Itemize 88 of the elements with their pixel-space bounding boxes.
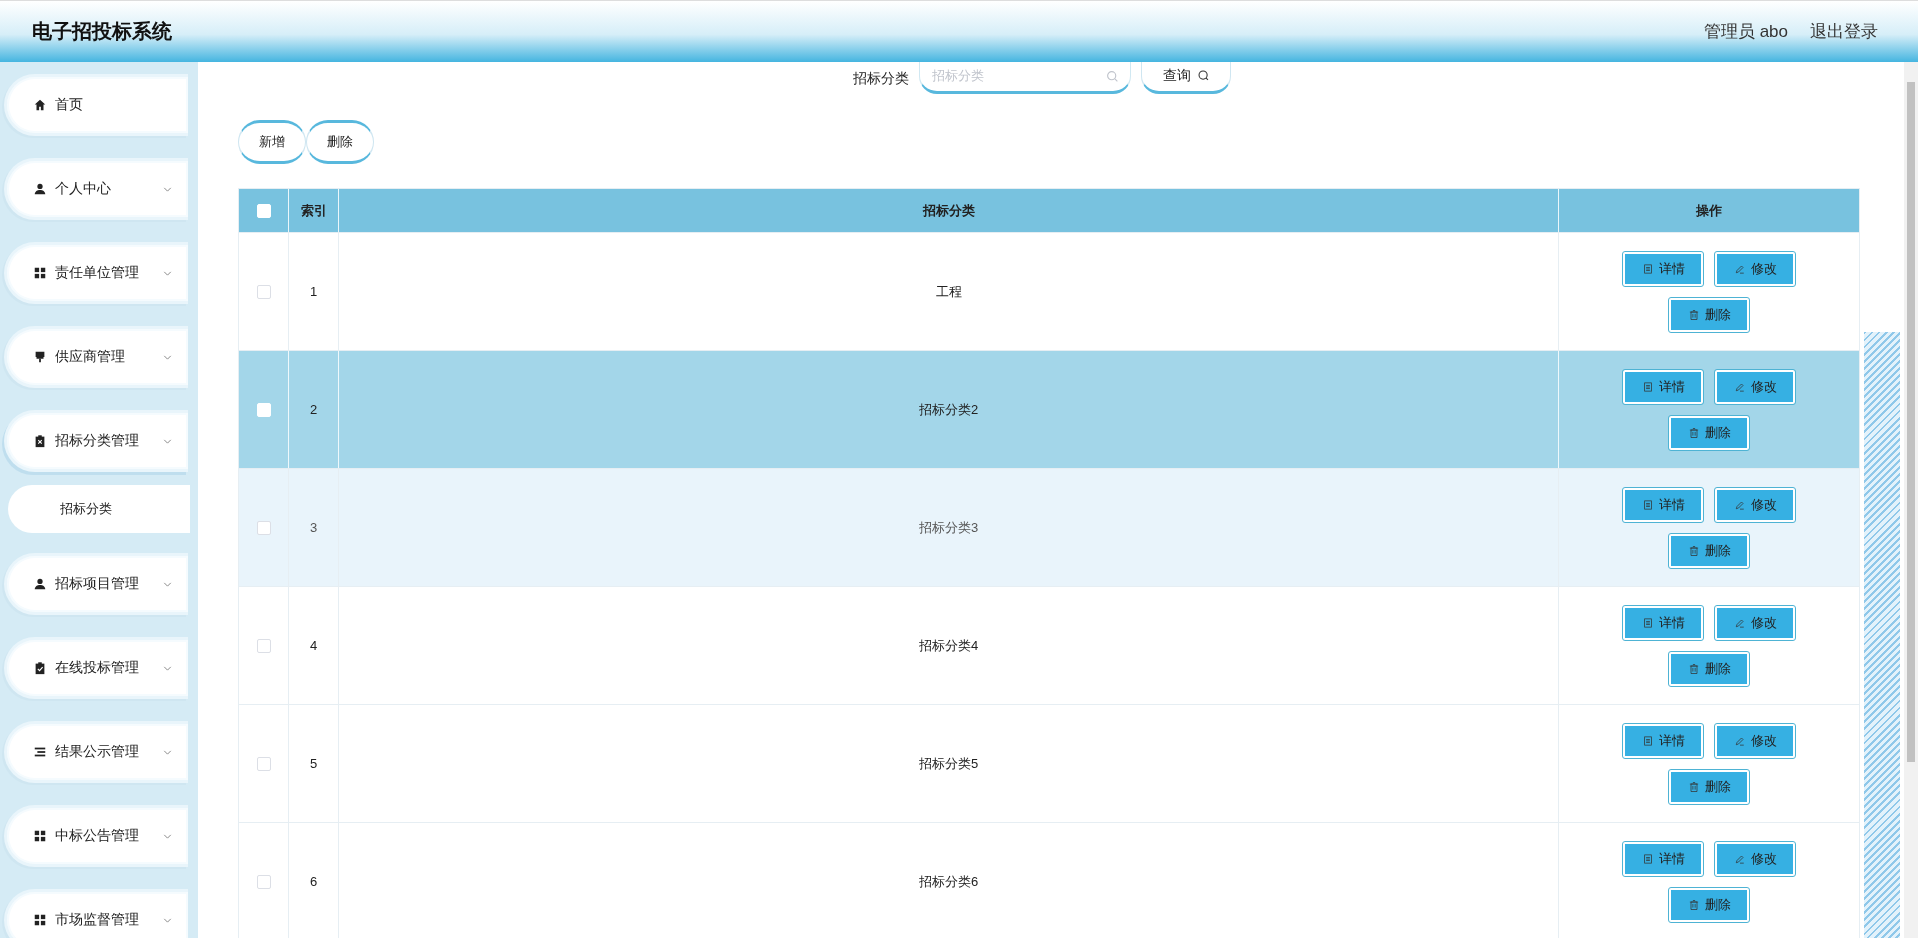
document-icon xyxy=(1641,262,1654,275)
document-icon xyxy=(1641,852,1654,865)
column-header: 索引 xyxy=(300,201,327,220)
menu-item[interactable]: 个人中心 xyxy=(4,158,188,220)
table-cell: 4 xyxy=(309,638,318,653)
trash-icon xyxy=(1687,898,1700,911)
trash-icon xyxy=(1687,544,1700,557)
menu-item[interactable]: 结果公示管理 xyxy=(4,721,188,783)
table-row[interactable]: 4 招标分类4 详情 修改 删除 xyxy=(239,586,1859,704)
menu-item[interactable]: 在线投标管理 xyxy=(4,637,188,699)
delete-button[interactable]: 删除 xyxy=(1669,887,1749,922)
submenu-item[interactable]: 招标分类 xyxy=(8,485,190,533)
delete-button[interactable]: 删除 xyxy=(1669,651,1749,686)
menu-item[interactable]: 供应商管理 xyxy=(4,326,188,388)
search-icon xyxy=(1196,69,1210,82)
checkbox[interactable] xyxy=(256,638,271,653)
table-cell: 招标分类3 xyxy=(918,518,979,537)
list-icon xyxy=(33,745,47,759)
checkbox[interactable] xyxy=(256,756,271,771)
clipboard-check-icon xyxy=(33,661,47,675)
table-cell: 招标分类5 xyxy=(918,754,979,773)
edit-button[interactable]: 修改 xyxy=(1715,369,1795,404)
details-button[interactable]: 详情 xyxy=(1623,841,1703,876)
search-field[interactable]: 招标分类 xyxy=(919,62,1131,94)
home-icon xyxy=(33,98,47,112)
table-row[interactable]: 1 工程 详情 修改 删除 xyxy=(239,232,1859,350)
checkbox[interactable] xyxy=(256,520,271,535)
grid-icon xyxy=(33,913,47,927)
trash-icon xyxy=(1687,426,1700,439)
clipboard-icon xyxy=(33,434,47,448)
table-cell: 2 xyxy=(309,402,318,417)
edit-button[interactable]: 修改 xyxy=(1715,841,1795,876)
edit-button[interactable]: 修改 xyxy=(1715,723,1795,758)
trash-icon xyxy=(1687,308,1700,321)
logout-link[interactable]: 退出登录 xyxy=(1810,20,1878,43)
menu-item[interactable]: 责任单位管理 xyxy=(4,242,188,304)
document-icon xyxy=(1641,734,1654,747)
edit-button[interactable]: 修改 xyxy=(1715,487,1795,522)
checkbox[interactable] xyxy=(256,284,271,299)
menu-item[interactable]: 招标项目管理 xyxy=(4,553,188,615)
checkbox[interactable] xyxy=(256,874,271,889)
table-row[interactable]: 6 招标分类6 详情 修改 删除 xyxy=(239,822,1859,938)
stamp-icon xyxy=(33,350,47,364)
details-button[interactable]: 详情 xyxy=(1623,723,1703,758)
table-cell: 5 xyxy=(309,756,318,771)
document-icon xyxy=(1641,498,1654,511)
document-icon xyxy=(1641,380,1654,393)
edit-button[interactable]: 修改 xyxy=(1715,605,1795,640)
details-button[interactable]: 详情 xyxy=(1623,605,1703,640)
table-cell: 招标分类2 xyxy=(918,400,979,419)
table-row[interactable]: 3 招标分类3 详情 修改 删除 xyxy=(239,468,1859,586)
delete-button[interactable]: 删除 xyxy=(1669,769,1749,804)
grid-icon xyxy=(33,829,47,843)
trash-icon xyxy=(1687,780,1700,793)
details-button[interactable]: 详情 xyxy=(1623,487,1703,522)
search-label: 招标分类 xyxy=(853,70,909,88)
user-icon xyxy=(33,577,47,591)
table-cell: 1 xyxy=(309,284,318,299)
table-cell: 招标分类6 xyxy=(918,872,979,891)
column-header: 操作 xyxy=(1696,201,1722,220)
table-cell: 工程 xyxy=(935,282,962,301)
delete-button[interactable]: 删除 xyxy=(1669,533,1749,568)
edit-button[interactable]: 修改 xyxy=(1715,251,1795,286)
table-cell: 3 xyxy=(309,520,318,535)
menu-item[interactable]: 中标公告管理 xyxy=(4,805,188,867)
table-cell: 招标分类4 xyxy=(918,636,979,655)
user-icon xyxy=(33,182,47,196)
add-button[interactable]: 新增 xyxy=(238,120,306,164)
app-title: 电子招投标系统 xyxy=(32,19,172,44)
details-button[interactable]: 详情 xyxy=(1623,251,1703,286)
delete-button[interactable]: 删除 xyxy=(306,120,374,164)
column-header: 招标分类 xyxy=(922,201,975,220)
delete-button[interactable]: 删除 xyxy=(1669,297,1749,332)
menu-item[interactable]: 市场监督管理 xyxy=(4,889,188,938)
menu-item[interactable]: 首页 xyxy=(4,74,188,136)
grid-icon xyxy=(33,266,47,280)
document-icon xyxy=(1641,616,1654,629)
menu-item[interactable]: 招标分类管理 xyxy=(4,410,188,472)
user-name: 管理员 abo xyxy=(1703,21,1788,43)
query-button[interactable]: 查询 xyxy=(1141,62,1231,94)
details-button[interactable]: 详情 xyxy=(1623,369,1703,404)
trash-icon xyxy=(1687,662,1700,675)
search-icon xyxy=(1106,70,1119,83)
scrollbar[interactable] xyxy=(1904,62,1918,938)
table-cell: 6 xyxy=(309,874,318,889)
delete-button[interactable]: 删除 xyxy=(1669,415,1749,450)
table-row[interactable]: 5 招标分类5 详情 修改 删除 xyxy=(239,704,1859,822)
table-row[interactable]: 2 招标分类2 详情 修改 删除 xyxy=(239,350,1859,468)
